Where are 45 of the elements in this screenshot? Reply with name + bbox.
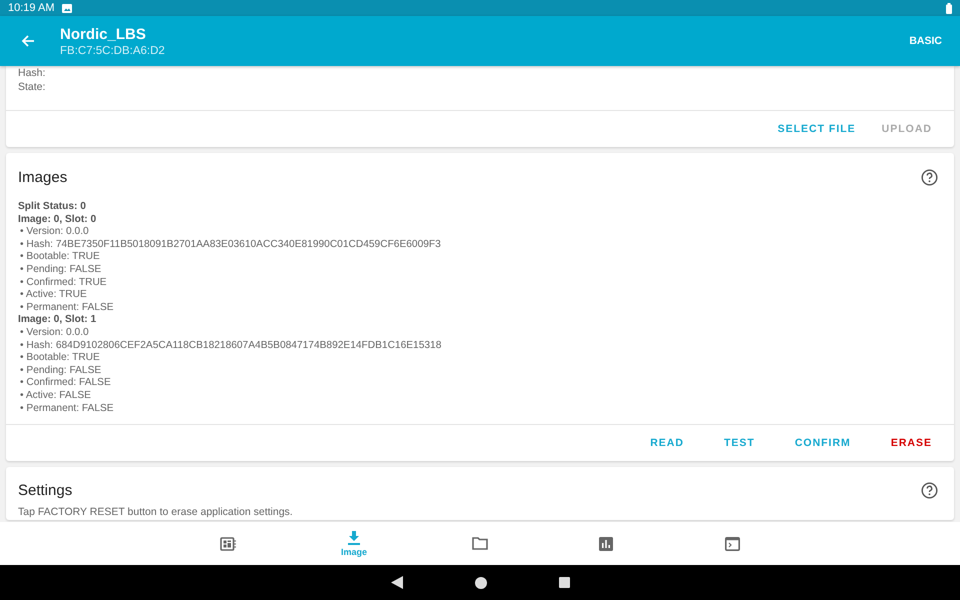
text-button[interactable]: CONFIRM — [786, 431, 859, 456]
download-icon — [347, 530, 361, 544]
image-detail: • Bootable: TRUE — [19, 251, 101, 264]
home-circle-icon[interactable] — [474, 576, 486, 588]
image-detail: • Bootable: TRUE — [19, 352, 101, 365]
arrow-icon — [21, 34, 35, 48]
image-detail: • Active: FALSE — [19, 390, 92, 402]
battery-icon — [946, 2, 952, 14]
status-time: 10:19 AM — [8, 2, 54, 14]
image-detail: • Permanent: FALSE — [19, 302, 115, 314]
device-address: FB:C7:5C:DB:A6:D2 — [60, 44, 165, 56]
field-label: State: — [18, 80, 46, 94]
bar-chart-icon — [599, 536, 613, 550]
board-icon — [220, 536, 236, 550]
text-button[interactable]: READ — [642, 431, 692, 456]
image-heading: Image: 0, Slot: 0 — [18, 214, 98, 226]
image-detail: • Pending: FALSE — [19, 264, 102, 277]
card-title: Images — [18, 168, 68, 186]
help-icon[interactable] — [921, 482, 938, 499]
device-name: Nordic_LBS — [60, 26, 147, 42]
settings-description: Tap FACTORY RESET button to erase application settings. — [17, 505, 294, 518]
image-heading: Split Status: 0 — [18, 201, 87, 214]
basic-mode-button[interactable]: BASIC — [905, 31, 946, 51]
nav-tab[interactable]: Image — [291, 522, 417, 565]
image-detail: • Confirmed: FALSE — [19, 377, 112, 390]
text-button[interactable]: ERASE — [882, 431, 940, 456]
image-detail: • Confirmed: TRUE — [19, 276, 108, 290]
image-detail: • Pending: FALSE — [19, 364, 102, 378]
image-detail: • Hash: 74BE7350F11B5018091B2701AA83E03610ACC340E81990C01CD459CF6E6009F3 — [19, 238, 442, 252]
overview-square-icon[interactable] — [558, 577, 570, 588]
help-icon[interactable] — [921, 168, 938, 186]
terminal-icon — [724, 536, 740, 550]
text-button[interactable]: SELECT FILE — [770, 117, 864, 141]
image-detail: • Active: TRUE — [19, 289, 88, 302]
card-title: Settings — [18, 482, 72, 499]
text-button[interactable]: TEST — [716, 431, 763, 456]
folder-icon — [472, 537, 488, 550]
image-detail: • Permanent: FALSE — [19, 402, 115, 416]
image-detail: • Version: 0.0.0 — [19, 226, 90, 239]
image-notification-icon — [62, 4, 72, 12]
image-heading: Image: 0, Slot: 1 — [18, 314, 98, 327]
back-triangle-icon[interactable] — [390, 576, 402, 589]
image-detail: • Version: 0.0.0 — [19, 326, 90, 340]
image-detail: • Hash: 684D9102806CEF2A5CA118CB18218607A4B5B0847174B892E14FDB1C16E15318 — [19, 340, 442, 352]
field-label: Hash: — [18, 66, 46, 80]
